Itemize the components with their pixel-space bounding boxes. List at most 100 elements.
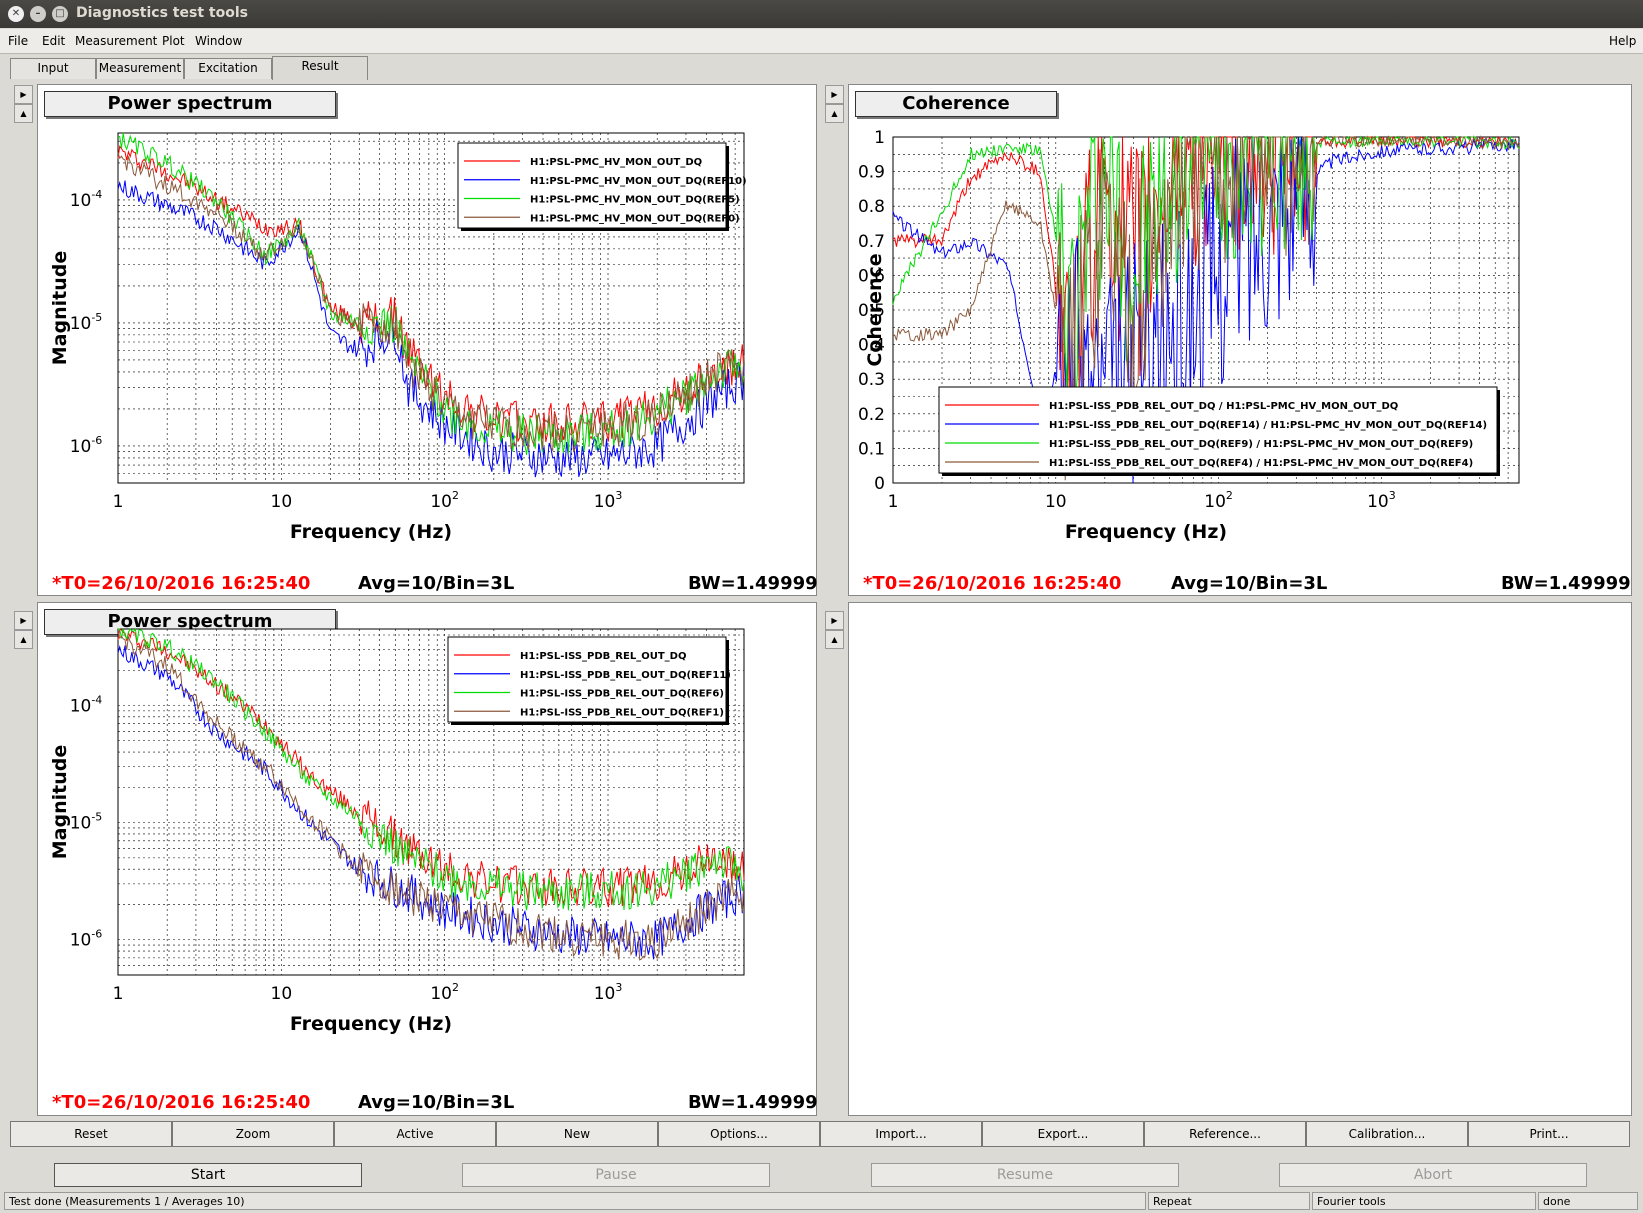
menu-edit[interactable]: Edit xyxy=(42,34,65,48)
calibration-button[interactable]: Calibration... xyxy=(1306,1121,1468,1147)
x-tick-label: 1 xyxy=(113,984,124,1004)
pane3-expand-arrow-icon[interactable]: ▶ xyxy=(14,611,33,630)
x-axis-label: Frequency (Hz) xyxy=(290,521,452,543)
tab-measurement[interactable]: Measurement xyxy=(96,58,184,79)
y-tick-label: 0.3 xyxy=(858,370,885,390)
x-tick-exponent: 3 xyxy=(615,981,622,994)
start-button[interactable]: Start xyxy=(54,1163,362,1187)
x-tick-label: 103 xyxy=(1367,489,1396,512)
pane4-collapse-arrow-icon[interactable]: ▲ xyxy=(825,630,844,649)
bandwidth-info: BW=1.49999 xyxy=(688,1092,818,1113)
status-repeat: Repeat xyxy=(1148,1192,1310,1210)
maximize-icon[interactable]: □ xyxy=(52,6,68,22)
y-tick-label: 10-4 xyxy=(70,188,103,211)
pane3-collapse-arrow-icon[interactable]: ▲ xyxy=(14,630,33,649)
x-axis-label: Frequency (Hz) xyxy=(290,1013,452,1035)
status-tools: Fourier tools xyxy=(1312,1192,1536,1210)
x-tick-exponent: 3 xyxy=(615,489,622,502)
y-tick-exponent: -4 xyxy=(91,188,102,201)
legend-entry: H1:PSL-ISS_PDB_REL_OUT_DQ(REF4) / H1:PSL… xyxy=(1049,458,1473,469)
legend-entry: H1:PSL-ISS_PDB_REL_OUT_DQ / H1:PSL-PMC_H… xyxy=(1049,401,1398,412)
print-button[interactable]: Print... xyxy=(1468,1121,1630,1147)
legend-entry: H1:PSL-ISS_PDB_REL_OUT_DQ(REF1) xyxy=(520,707,724,718)
plot-pane-coherence[interactable]: Coherence 1 10 102 103 1 0.9 0.8 0.7 0.6 0.5 0.4 0.… xyxy=(848,84,1632,596)
x-tick-label: 10 xyxy=(1045,492,1067,512)
x-tick-label: 1 xyxy=(113,492,124,512)
legend-entry: H1:PSL-ISS_PDB_REL_OUT_DQ(REF11) xyxy=(520,670,731,681)
active-button[interactable]: Active xyxy=(334,1121,496,1147)
menu-window[interactable]: Window xyxy=(195,34,242,48)
window-titlebar: ✕ – □ Diagnostics test tools xyxy=(0,0,1643,28)
menu-help[interactable]: Help xyxy=(1609,34,1636,48)
reference-button[interactable]: Reference... xyxy=(1144,1121,1306,1147)
x-tick-label: 10 xyxy=(271,984,293,1004)
x-tick-label: 103 xyxy=(594,489,623,512)
pause-button[interactable]: Pause xyxy=(462,1163,770,1187)
menubar: File Edit Measurement Plot Window Help xyxy=(0,29,1643,54)
y-tick-label: 0.7 xyxy=(858,232,885,252)
menu-file[interactable]: File xyxy=(8,34,28,48)
window-title: Diagnostics test tools xyxy=(76,5,248,21)
y-tick-label: 10-6 xyxy=(70,434,103,457)
pane1-expand-arrow-icon[interactable]: ▶ xyxy=(14,85,33,104)
coherence-chart[interactable]: 1 10 102 10310.90.80.70.60.50.40.30.20.10Fr… xyxy=(849,85,1631,595)
bandwidth-info: BW=1.49999 xyxy=(688,573,818,594)
resume-button[interactable]: Resume xyxy=(871,1163,1179,1187)
legend-entry: H1:PSL-ISS_PDB_REL_OUT_DQ(REF14) / H1:PS… xyxy=(1049,420,1487,431)
legend-entry: H1:PSL-PMC_HV_MON_OUT_DQ(REF0) xyxy=(530,213,740,224)
export-button[interactable]: Export... xyxy=(982,1121,1144,1147)
plot-toolbar: Reset Zoom Active New Options... Import.… xyxy=(10,1121,1630,1147)
pane1-collapse-arrow-icon[interactable]: ▲ xyxy=(14,104,33,123)
y-tick-label: 0.8 xyxy=(858,197,885,217)
averages-info: Avg=10/Bin=3L xyxy=(358,1092,515,1113)
status-state: done xyxy=(1538,1192,1638,1210)
t0-timestamp: *T0=26/10/2016 16:25:40 xyxy=(52,573,311,594)
x-tick-exponent: 2 xyxy=(452,489,459,502)
y-tick-label: 10-6 xyxy=(70,928,103,951)
legend-entry: H1:PSL-ISS_PDB_REL_OUT_DQ xyxy=(520,651,686,662)
x-tick-label: 103 xyxy=(594,981,623,1004)
legend-entry: H1:PSL-ISS_PDB_REL_OUT_DQ(REF6) xyxy=(520,689,724,700)
averages-info: Avg=10/Bin=3L xyxy=(1171,573,1328,594)
menu-measurement[interactable]: Measurement xyxy=(75,34,157,48)
plot-pane-empty[interactable] xyxy=(848,602,1632,1116)
new-button[interactable]: New xyxy=(496,1121,658,1147)
pane2-collapse-arrow-icon[interactable]: ▲ xyxy=(825,104,844,123)
t0-timestamp: *T0=26/10/2016 16:25:40 xyxy=(863,573,1122,594)
y-tick-label: 10-5 xyxy=(70,811,103,834)
power-spectrum-chart-2[interactable]: 1 10 102 103 10-4 10-5 10-6 Frequency (Hz) Magni… xyxy=(38,603,816,1115)
menu-plot[interactable]: Plot xyxy=(162,34,185,48)
tab-result[interactable]: Result xyxy=(272,56,368,80)
x-tick-exponent: 2 xyxy=(452,981,459,994)
bandwidth-info: BW=1.49999 xyxy=(1501,573,1631,594)
y-tick-exponent: -6 xyxy=(91,928,102,941)
close-icon[interactable]: ✕ xyxy=(8,6,24,22)
x-tick-label: 102 xyxy=(430,489,459,512)
y-tick-exponent: -6 xyxy=(91,434,102,447)
legend-entry: H1:PSL-ISS_PDB_REL_OUT_DQ(REF9) / H1:PSL… xyxy=(1049,439,1473,450)
x-axis-label: Frequency (Hz) xyxy=(1065,521,1227,543)
x-tick-exponent: 3 xyxy=(1389,489,1396,502)
abort-button[interactable]: Abort xyxy=(1279,1163,1587,1187)
y-tick-label: 10-4 xyxy=(70,694,103,717)
tab-excitation[interactable]: Excitation xyxy=(184,58,272,79)
x-tick-exponent: 2 xyxy=(1226,489,1233,502)
averages-info: Avg=10/Bin=3L xyxy=(358,573,515,594)
y-tick-exponent: -4 xyxy=(91,694,102,707)
y-axis-label: Magnitude xyxy=(49,251,71,365)
pane4-expand-arrow-icon[interactable]: ▶ xyxy=(825,611,844,630)
x-tick-label: 102 xyxy=(1204,489,1233,512)
y-axis-label: Magnitude xyxy=(49,745,71,859)
plot-pane-power-spectrum-2[interactable]: Power spectrum 1 10 102 103 10-4 10-5 10-6 Freq… xyxy=(37,602,818,1116)
legend-entry: H1:PSL-PMC_HV_MON_OUT_DQ xyxy=(530,157,702,168)
zoom-button[interactable]: Zoom xyxy=(172,1121,334,1147)
pane2-expand-arrow-icon[interactable]: ▶ xyxy=(825,85,844,104)
reset-button[interactable]: Reset xyxy=(10,1121,172,1147)
power-spectrum-chart-1[interactable]: 1 10 102 103 10-4 10-5 10-6 Frequency (Hz) Magni… xyxy=(38,85,816,595)
import-button[interactable]: Import... xyxy=(820,1121,982,1147)
y-tick-label: 10-5 xyxy=(70,311,103,334)
tab-input[interactable]: Input xyxy=(10,58,96,79)
options-button[interactable]: Options... xyxy=(658,1121,820,1147)
plot-pane-power-spectrum-1[interactable]: Power spectrum 1 10 102 103 10-4 10-5 10-6 Freq… xyxy=(37,84,818,596)
minimize-icon[interactable]: – xyxy=(30,6,46,22)
